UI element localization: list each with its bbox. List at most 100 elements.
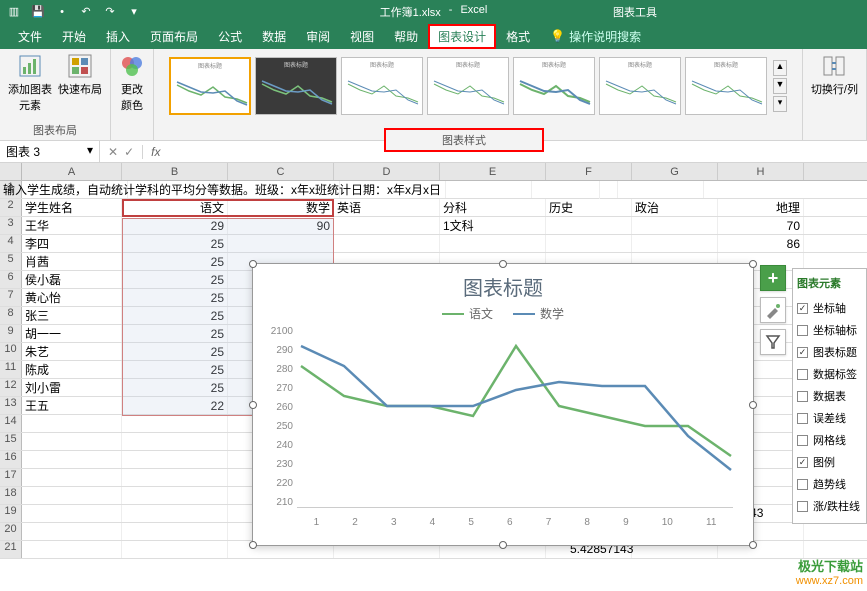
checkbox[interactable]	[797, 413, 808, 424]
chart-elements-button[interactable]: +	[760, 265, 786, 291]
tab-formulas[interactable]: 公式	[208, 24, 252, 49]
ribbon-group-colors: 更改 颜色	[111, 49, 154, 140]
tab-review[interactable]: 审阅	[296, 24, 340, 49]
contextual-tab-label: 图表工具	[613, 4, 657, 20]
element-option[interactable]: 网格线	[797, 429, 862, 451]
tab-view[interactable]: 视图	[340, 24, 384, 49]
element-option[interactable]: ✓图表标题	[797, 341, 862, 363]
chart-side-buttons: +	[760, 265, 786, 355]
element-option[interactable]: ✓坐标轴	[797, 297, 862, 319]
gallery-up-icon[interactable]: ▲	[773, 60, 787, 76]
checkbox[interactable]: ✓	[797, 347, 808, 358]
quick-layout-icon	[67, 53, 93, 79]
title-bar: ▥ 💾 • ↶ ↷ ▾ 工作簿1.xlsx - Excel 图表工具	[0, 0, 867, 23]
col-H[interactable]: H	[718, 163, 804, 180]
app-name: Excel	[460, 4, 487, 20]
col-G[interactable]: G	[632, 163, 718, 180]
element-option[interactable]: 涨/跌柱线	[797, 495, 862, 517]
tab-data[interactable]: 数据	[252, 24, 296, 49]
change-colors-button[interactable]: 更改 颜色	[119, 53, 145, 113]
col-A[interactable]: A	[22, 163, 122, 180]
tell-me-search[interactable]: 💡 操作说明搜索	[550, 28, 641, 45]
cancel-icon[interactable]: ✕	[108, 145, 118, 159]
y-axis: 2100290280270260250240230220210	[261, 326, 293, 508]
checkbox[interactable]	[797, 325, 808, 336]
chart-plot-area[interactable]: 2100290280270260250240230220210 12345678…	[297, 326, 733, 526]
checkbox[interactable]	[797, 369, 808, 380]
switch-row-col-button[interactable]: 切换行/列	[811, 53, 858, 97]
style-thumb-1[interactable]: 图表标题	[169, 57, 251, 115]
table-row[interactable]: 2学生姓名语文数学英语分科历史政治地理	[0, 199, 867, 217]
chart-title[interactable]: 图表标题	[253, 264, 753, 305]
checkbox[interactable]	[797, 501, 808, 512]
chart-styles-gallery[interactable]: 图表标题 图表标题 图表标题 图表标题 图表标题 图表标题 图表标题 ▲ ▼ ▾	[165, 53, 791, 119]
formula-buttons: ✕ ✓	[100, 145, 143, 159]
styles-group-label: 图表样式	[384, 128, 544, 152]
col-F[interactable]: F	[546, 163, 632, 180]
gallery-more-icon[interactable]: ▾	[773, 96, 787, 112]
legend-swatch-1	[442, 313, 464, 315]
enter-icon[interactable]: ✓	[124, 145, 134, 159]
switch-icon	[821, 53, 847, 79]
quick-layout-button[interactable]: 快速布局	[58, 53, 102, 97]
x-axis: 1234567891011	[297, 517, 733, 528]
qat-sep: •	[54, 4, 70, 20]
chart-legend[interactable]: 语文 数学	[253, 305, 753, 326]
save-icon[interactable]: 💾	[30, 4, 46, 20]
checkbox[interactable]: ✓	[797, 457, 808, 468]
name-box[interactable]: 图表 3▾	[0, 141, 100, 162]
select-all-corner[interactable]	[0, 163, 22, 180]
checkbox[interactable]	[797, 391, 808, 402]
tab-pagelayout[interactable]: 页面布局	[140, 24, 208, 49]
col-D[interactable]: D	[334, 163, 440, 180]
chart-filters-button[interactable]	[760, 329, 786, 355]
element-option[interactable]: 坐标轴标	[797, 319, 862, 341]
table-row[interactable]: 1输入学生成绩，自动统计学科的平均分等数据。班级：x年x班统计日期：x年x月x日	[0, 181, 867, 199]
redo-icon[interactable]: ↷	[102, 4, 118, 20]
tab-file[interactable]: 文件	[8, 24, 52, 49]
tab-help[interactable]: 帮助	[384, 24, 428, 49]
table-row[interactable]: 3王华29901文科70	[0, 217, 867, 235]
tab-insert[interactable]: 插入	[96, 24, 140, 49]
chart-elements-panel: 图表元素 ✓坐标轴坐标轴标✓图表标题数据标签数据表误差线网格线✓图例趋势线涨/跌…	[792, 268, 867, 524]
col-B[interactable]: B	[122, 163, 228, 180]
add-element-icon	[17, 53, 43, 79]
add-chart-element-button[interactable]: 添加图表 元素	[8, 53, 52, 113]
quick-access-toolbar: ▥ 💾 • ↶ ↷ ▾	[0, 4, 148, 20]
element-option[interactable]: 数据表	[797, 385, 862, 407]
col-C[interactable]: C	[228, 163, 334, 180]
checkbox[interactable]	[797, 479, 808, 490]
style-thumb-2[interactable]: 图表标题	[255, 57, 337, 115]
gallery-down-icon[interactable]: ▼	[773, 78, 787, 94]
checkbox[interactable]: ✓	[797, 303, 808, 314]
fx-label: fx	[143, 145, 160, 159]
legend-swatch-2	[513, 313, 535, 315]
column-headers: A B C D E F G H	[0, 163, 867, 181]
col-E[interactable]: E	[440, 163, 546, 180]
tab-home[interactable]: 开始	[52, 24, 96, 49]
watermark: 极光下载站 www.xz7.com	[796, 556, 863, 587]
element-option[interactable]: 误差线	[797, 407, 862, 429]
window-title: 工作簿1.xlsx - Excel	[380, 4, 488, 20]
element-option[interactable]: 趋势线	[797, 473, 862, 495]
dropdown-icon[interactable]: ▾	[126, 4, 142, 20]
style-thumb-5[interactable]: 图表标题	[513, 57, 595, 115]
style-thumb-7[interactable]: 图表标题	[685, 57, 767, 115]
checkbox[interactable]	[797, 435, 808, 446]
lightbulb-icon: 💡	[550, 29, 565, 43]
style-thumb-4[interactable]: 图表标题	[427, 57, 509, 115]
tab-chartdesign[interactable]: 图表设计	[428, 24, 496, 49]
style-thumb-3[interactable]: 图表标题	[341, 57, 423, 115]
tab-format[interactable]: 格式	[496, 24, 540, 49]
element-option[interactable]: ✓图例	[797, 451, 862, 473]
ribbon-group-layout: 添加图表 元素 快速布局 图表布局	[0, 49, 111, 140]
chart-styles-button[interactable]	[760, 297, 786, 323]
embedded-chart[interactable]: 图表标题 语文 数学 21002902802702602502402302202…	[252, 263, 754, 546]
file-name: 工作簿1.xlsx	[380, 4, 441, 20]
element-option[interactable]: 数据标签	[797, 363, 862, 385]
table-row[interactable]: 4李四2586	[0, 235, 867, 253]
chevron-down-icon[interactable]: ▾	[87, 143, 93, 160]
style-thumb-6[interactable]: 图表标题	[599, 57, 681, 115]
undo-icon[interactable]: ↶	[78, 4, 94, 20]
colors-icon	[119, 53, 145, 79]
